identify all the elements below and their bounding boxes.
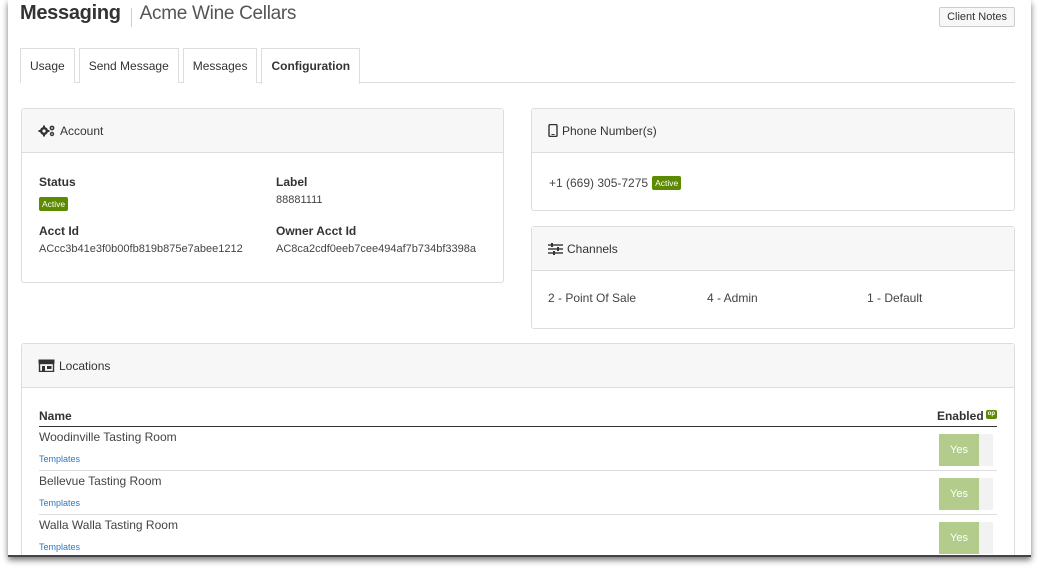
channel-item: 4 - Admin xyxy=(707,291,758,305)
enabled-toggle[interactable]: Yes xyxy=(939,478,993,510)
acct-id-value: ACcc3b41e3f0b00fb819b875e7abee1212 xyxy=(39,243,243,255)
templates-link[interactable]: Templates xyxy=(39,542,80,552)
locations-panel: Locations Name Enabled op Woodinville Tas… xyxy=(21,343,1015,555)
toggle-on-label: Yes xyxy=(939,434,979,466)
table-row: Walla Walla Tasting Room Templates Yes xyxy=(39,515,997,555)
tab-messages[interactable]: Messages xyxy=(182,48,258,83)
toggle-on-label: Yes xyxy=(939,522,979,554)
phone-number: +1 (669) 305-7275 xyxy=(549,176,649,190)
location-name: Bellevue Tasting Room xyxy=(39,474,162,488)
column-header-enabled: Enabled op xyxy=(937,409,997,423)
company-name: Acme Wine Cellars xyxy=(139,3,297,24)
templates-link[interactable]: Templates xyxy=(39,454,80,464)
status-badge: Active xyxy=(39,197,69,211)
channel-item: 1 - Default xyxy=(867,291,923,305)
gears-icon xyxy=(38,124,56,137)
channels-panel-title: Channels xyxy=(567,241,618,256)
channels-panel-header: Channels xyxy=(532,227,1014,271)
locations-table-header: Name Enabled op xyxy=(39,407,997,427)
locations-table: Name Enabled op Woodinville Tasting Room … xyxy=(39,407,997,555)
enabled-toggle[interactable]: Yes xyxy=(939,522,993,554)
tab-usage[interactable]: Usage xyxy=(20,48,75,83)
channel-list: 2 - Point Of Sale 4 - Admin 1 - Default xyxy=(532,291,938,305)
owner-acct-id-label: Owner Acct Id xyxy=(276,224,357,238)
column-header-name: Name xyxy=(39,409,72,423)
app-window: Messaging Acme Wine Cellars Client Notes… xyxy=(8,0,1031,557)
phone-panel-title: Phone Number(s) xyxy=(562,123,657,138)
channels-panel: Channels 2 - Point Of Sale 4 - Admin 1 -… xyxy=(531,226,1015,329)
tab-bar: Usage Send Message Messages Configuratio… xyxy=(20,48,1015,84)
acct-id-label: Acct Id xyxy=(39,224,80,238)
label-value: 88881111 xyxy=(276,194,323,206)
storefront-icon xyxy=(38,359,55,372)
status-label: Status xyxy=(39,175,76,189)
location-name: Walla Walla Tasting Room xyxy=(39,518,178,532)
phone-panel: Phone Number(s) +1 (669) 305-7275 Active xyxy=(531,108,1015,211)
account-panel: Account Status Active Label 88881111 Acc… xyxy=(21,108,504,283)
account-panel-title: Account xyxy=(60,123,104,138)
toggle-on-label: Yes xyxy=(939,478,979,510)
sliders-icon xyxy=(548,242,563,255)
mobile-phone-icon xyxy=(548,124,558,137)
op-badge: op xyxy=(985,410,997,419)
phone-panel-header: Phone Number(s) xyxy=(532,109,1014,153)
page-header: Messaging Acme Wine Cellars xyxy=(20,2,296,32)
client-notes-button[interactable]: Client Notes xyxy=(939,7,1015,27)
table-row: Woodinville Tasting Room Templates Yes xyxy=(39,427,997,471)
acct-id-field: Acct Id ACcc3b41e3f0b00fb819b875e7abee12… xyxy=(39,224,243,255)
locations-panel-header: Locations xyxy=(22,344,1014,388)
locations-panel-title: Locations xyxy=(59,358,111,373)
status-field: Status Active xyxy=(39,175,76,212)
account-panel-header: Account xyxy=(22,109,503,153)
title-divider xyxy=(130,7,132,27)
tab-send-message[interactable]: Send Message xyxy=(78,48,179,83)
location-name: Woodinville Tasting Room xyxy=(39,430,177,444)
owner-acct-id-field: Owner Acct Id AC8ca2cdf0eeb7cee494af7b73… xyxy=(276,224,476,255)
label-field: Label 88881111 xyxy=(276,175,323,206)
tab-configuration[interactable]: Configuration xyxy=(261,48,361,84)
phone-number-row: +1 (669) 305-7275 Active xyxy=(549,176,682,190)
channel-item: 2 - Point Of Sale xyxy=(548,291,637,305)
label-label: Label xyxy=(276,175,308,189)
table-row: Bellevue Tasting Room Templates Yes xyxy=(39,471,997,515)
enabled-toggle[interactable]: Yes xyxy=(939,434,993,466)
owner-acct-id-value: AC8ca2cdf0eeb7cee494af7b734bf3398a xyxy=(276,243,477,255)
enabled-label: Enabled xyxy=(936,409,984,423)
phone-status-badge: Active xyxy=(652,176,682,190)
page-title: Messaging xyxy=(20,2,121,24)
templates-link[interactable]: Templates xyxy=(39,498,80,508)
